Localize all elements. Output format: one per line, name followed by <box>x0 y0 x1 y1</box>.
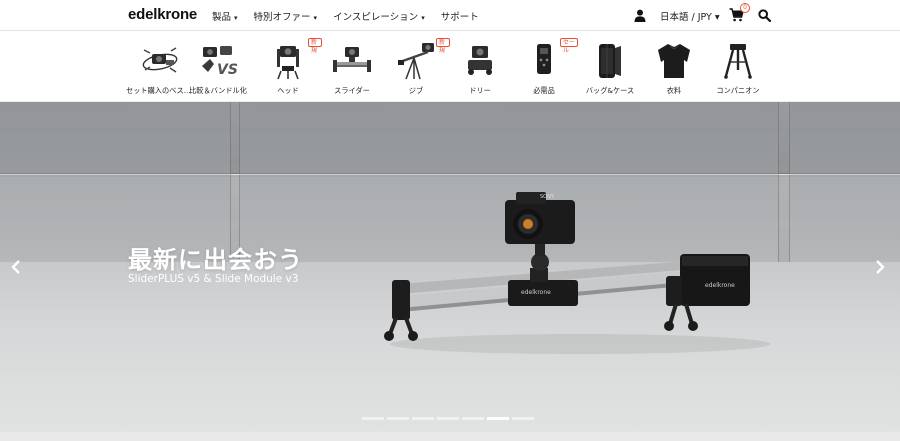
wall-panel <box>778 102 900 174</box>
carousel-indicators <box>362 417 534 420</box>
camera-brand-label: SONY <box>540 194 555 200</box>
category-heads[interactable]: 新規 ヘッド <box>254 38 322 98</box>
carousel-dot[interactable] <box>437 417 459 420</box>
category-label: 比較＆バンドル化 <box>189 86 247 95</box>
essentials-icon <box>537 44 551 74</box>
carousel-dot[interactable] <box>412 417 434 420</box>
hero-subtitle: SliderPLUS v5 & Slide Module v3 <box>128 273 299 285</box>
hero-title: 最新に出会おう <box>128 246 303 274</box>
category-bar: セット購入のベスト… VS 比較＆バンドル化 新規 ヘッド スライダー 新規 ジ… <box>0 32 900 102</box>
category-label: スライダー <box>334 86 370 95</box>
user-icon[interactable] <box>634 9 646 22</box>
category-sliders[interactable]: スライダー <box>318 38 386 98</box>
wall-panel <box>778 174 900 270</box>
wall-panel <box>0 102 240 174</box>
category-jibs[interactable]: 新規 ジブ <box>382 38 450 98</box>
category-essentials[interactable]: セール 必需品 <box>510 38 578 98</box>
carousel-dot[interactable] <box>387 417 409 420</box>
carousel-dot[interactable] <box>362 417 384 420</box>
category-label: ジブ <box>408 86 424 95</box>
category-companions[interactable]: コンパニオン <box>704 38 772 98</box>
category-label: 衣料 <box>666 86 682 95</box>
apparel-icon <box>658 44 690 78</box>
compare-bundle-icon: VS <box>202 46 238 78</box>
hero-banner[interactable]: edelkrone SONY edelkrone 最新に出会おう SliderP… <box>0 102 900 432</box>
category-apparel[interactable]: 衣料 <box>640 38 708 98</box>
wall-panel <box>230 102 790 174</box>
category-dollies[interactable]: ドリー <box>446 38 514 98</box>
category-label: ドリー <box>469 86 491 95</box>
top-header: edelkrone 製品 ▾ 特別オファー ▾ インスピレーション ▾ サポート 日本… <box>0 0 900 31</box>
companion-icon <box>724 44 752 79</box>
jib-icon <box>398 43 434 80</box>
category-bags-cases[interactable]: バッグ&ケース <box>576 38 644 98</box>
cart-count-badge: 0 <box>740 3 750 13</box>
chevron-left-icon <box>11 260 20 274</box>
best-combos-icon <box>142 47 178 73</box>
carousel-dot[interactable] <box>487 417 509 420</box>
slider-icon <box>333 47 371 72</box>
carriage-brand-label: edelkrone <box>521 289 551 296</box>
category-compare-bundle[interactable]: VS 比較＆バンドル化 <box>184 38 252 98</box>
category-label: ヘッド <box>277 86 299 95</box>
carousel-dot[interactable] <box>462 417 484 420</box>
svg-text:VS: VS <box>217 62 238 78</box>
carousel-next-button[interactable] <box>872 258 888 276</box>
carousel-dot[interactable] <box>512 417 534 420</box>
category-label: 必需品 <box>533 86 555 95</box>
search-icon[interactable] <box>758 9 771 22</box>
bag-icon <box>599 44 621 78</box>
chevron-right-icon <box>876 260 885 274</box>
module-brand-label: edelkrone <box>705 282 735 289</box>
slider-product-image: edelkrone SONY edelkrone <box>384 192 770 354</box>
category-label: コンパニオン <box>716 86 760 95</box>
category-label: バッグ&ケース <box>585 86 635 95</box>
carousel-prev-button[interactable] <box>8 258 24 276</box>
below-hero-strip <box>0 432 900 441</box>
head-icon <box>277 46 299 80</box>
language-currency-selector[interactable]: 日本語 / JPY ▾ <box>660 9 720 23</box>
dolly-icon <box>468 46 492 75</box>
